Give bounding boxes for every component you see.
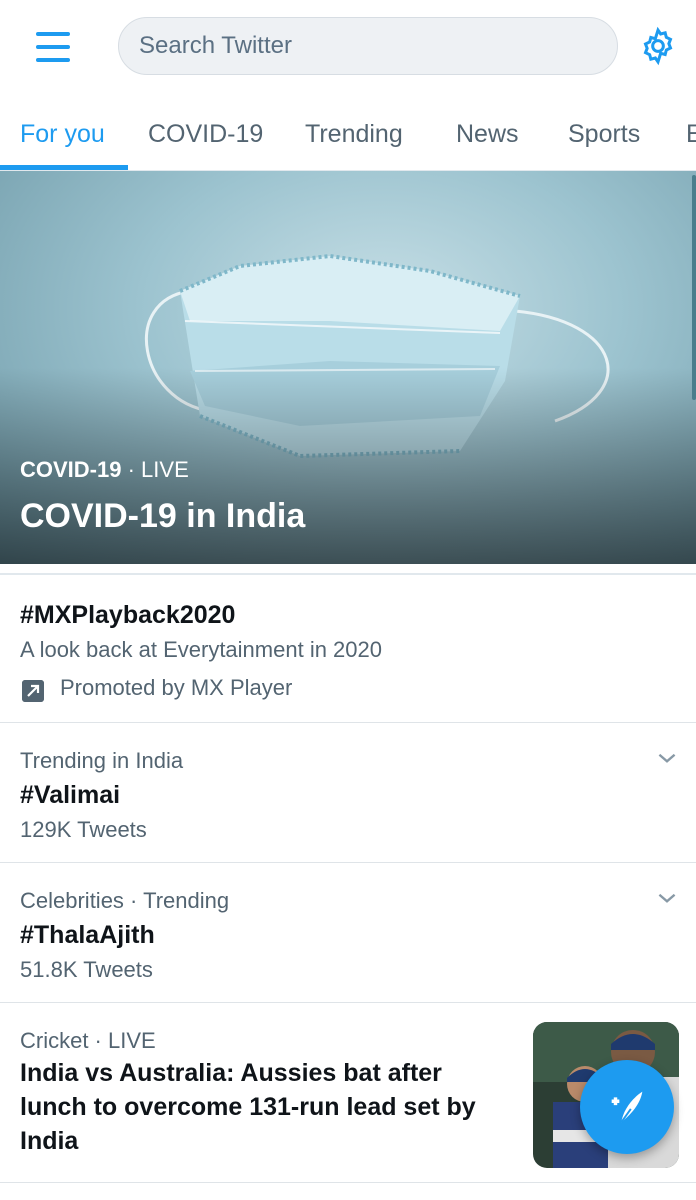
hero-card[interactable]: COVID-19 · LIVE COVID-19 in India — [0, 171, 696, 564]
hero-separator: · — [121, 457, 142, 482]
tab-partial[interactable]: E — [686, 96, 696, 172]
hero-meta: COVID-19 · LIVE — [20, 457, 189, 483]
trend-title: #ThalaAjith — [20, 921, 155, 949]
trend-context: Trending in India — [20, 748, 184, 773]
chevron-down-icon[interactable] — [654, 885, 680, 911]
hero-title: COVID-19 in India — [20, 497, 306, 535]
tab-for-you[interactable]: For you — [20, 96, 105, 172]
promoted-arrow-icon — [22, 680, 44, 702]
explore-tabs: For you COVID-19 Trending News Sports E — [0, 96, 696, 172]
news-context: Cricket · LIVE — [20, 1028, 156, 1053]
trend-count: 51.8K Tweets — [20, 957, 153, 982]
scroll-indicator — [692, 175, 696, 400]
trend-description: A look back at Everytainment in 2020 — [20, 637, 382, 662]
search-input[interactable] — [139, 32, 617, 60]
hero-status: LIVE — [141, 457, 189, 482]
tab-sports[interactable]: Sports — [568, 96, 640, 172]
gear-icon[interactable] — [638, 26, 678, 66]
promoted-label: Promoted by MX Player — [60, 675, 293, 700]
compose-tweet-icon — [611, 1091, 643, 1123]
hero-category: COVID-19 — [20, 457, 122, 482]
trend-title: #Valimai — [20, 781, 121, 809]
tab-covid-19[interactable]: COVID-19 — [148, 96, 263, 172]
search-bar[interactable] — [118, 17, 618, 75]
news-title: India vs Australia: Aussies bat after lu… — [20, 1059, 476, 1155]
trend-item[interactable]: Trending in India #Valimai 129K Tweets — [0, 723, 696, 863]
promoted-trend[interactable]: #MXPlayback2020 A look back at Everytain… — [0, 577, 696, 723]
tab-news[interactable]: News — [456, 96, 519, 172]
section-divider — [0, 564, 696, 575]
top-app-bar — [0, 0, 696, 96]
trend-item[interactable]: Celebrities · Trending #ThalaAjith 51.8K… — [0, 863, 696, 1003]
trend-context: Celebrities · Trending — [20, 888, 230, 913]
trend-title: #MXPlayback2020 — [20, 601, 236, 629]
compose-tweet-button[interactable] — [580, 1060, 674, 1154]
hamburger-menu-icon[interactable] — [28, 26, 78, 68]
trend-count: 129K Tweets — [20, 817, 147, 842]
tab-trending[interactable]: Trending — [305, 96, 403, 172]
chevron-down-icon[interactable] — [654, 745, 680, 771]
